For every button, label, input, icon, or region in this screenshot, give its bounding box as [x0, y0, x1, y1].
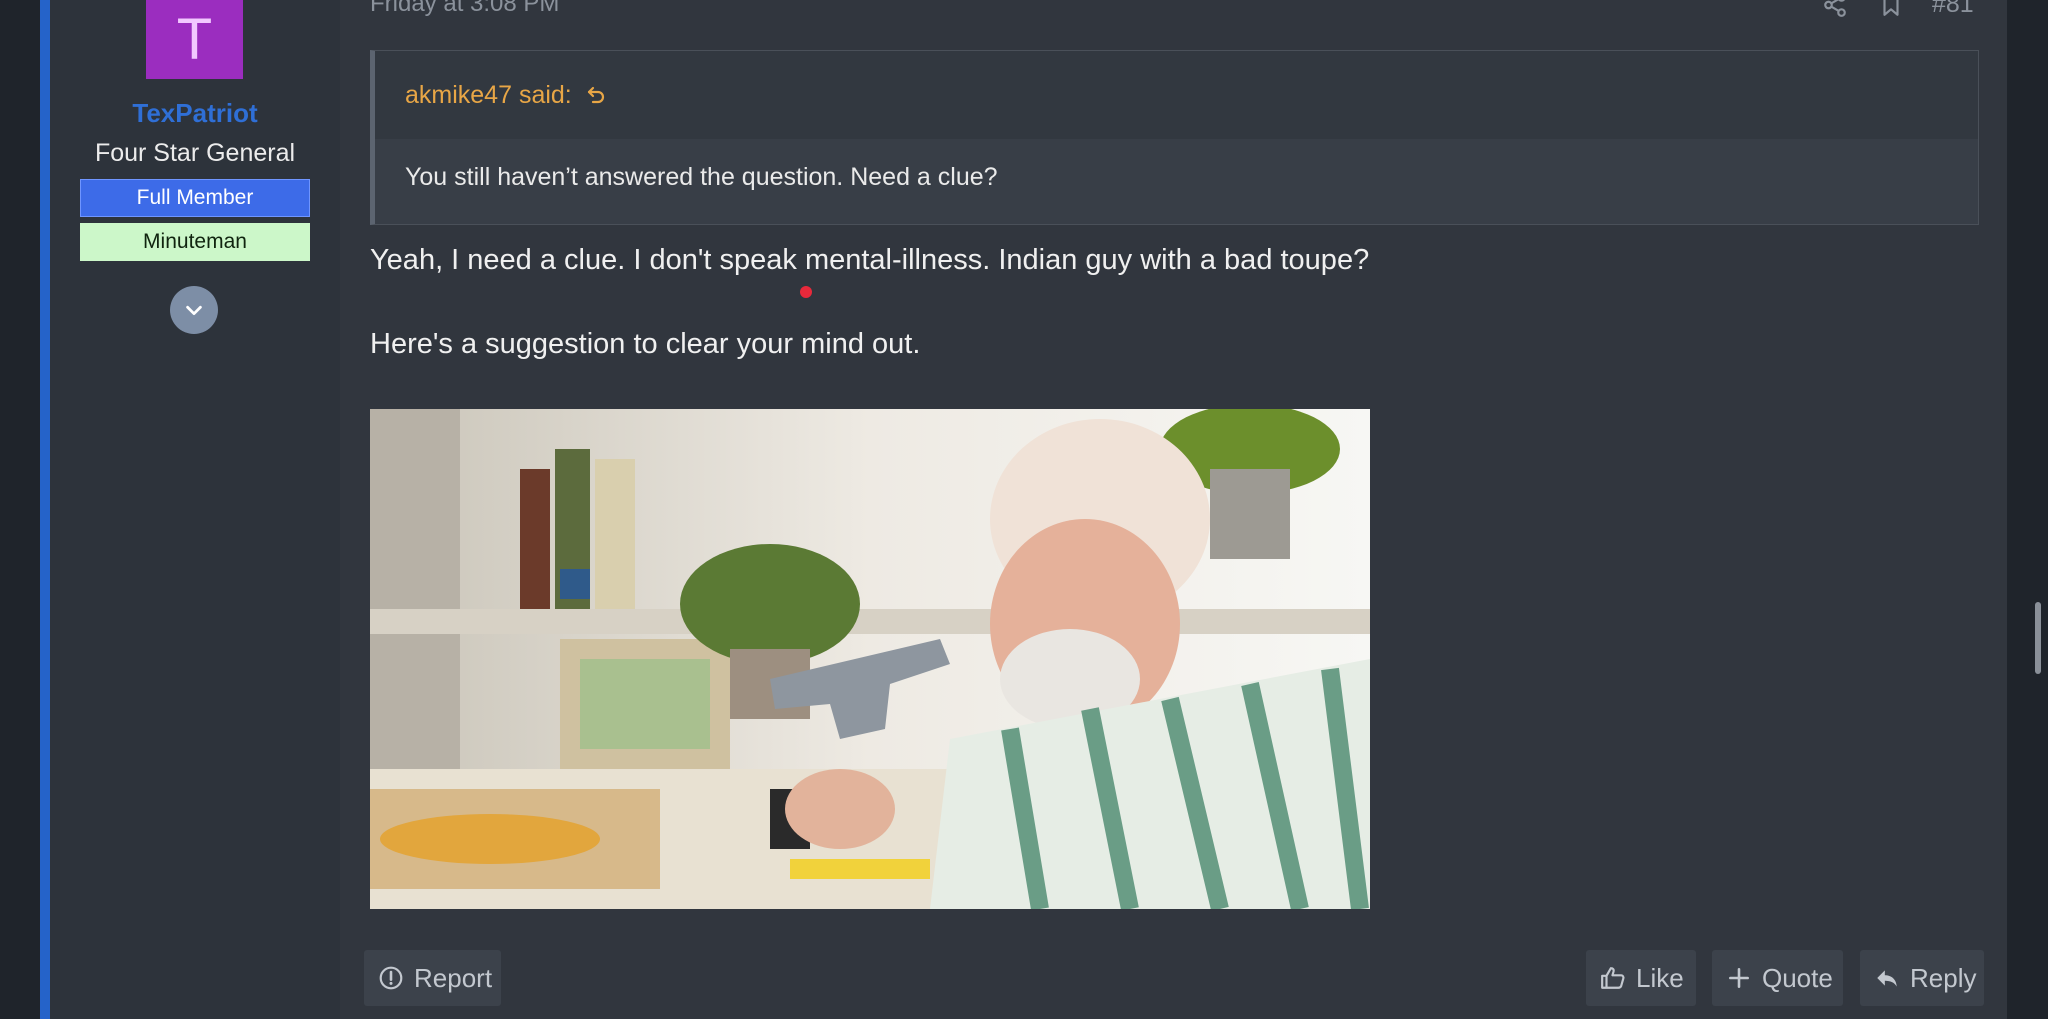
- plus-icon: [1729, 968, 1749, 988]
- jump-to-quote-icon[interactable]: [584, 83, 608, 107]
- report-button[interactable]: Report: [364, 950, 501, 1006]
- post-body-line-1: Yeah, I need a clue. I don't speak menta…: [370, 244, 1370, 276]
- user-title: Four Star General: [94, 139, 296, 167]
- thumbs-up-icon: [1601, 967, 1625, 989]
- bookmark-icon[interactable]: [1878, 0, 1904, 18]
- quote-text: You still haven’t answered the question.…: [405, 163, 998, 191]
- quote-author[interactable]: akmike47 said:: [405, 81, 572, 110]
- full-member-banner: Full Member: [80, 179, 310, 217]
- forum-post-page: T TexPatriot Four Star General Full Memb…: [0, 0, 2048, 1019]
- minuteman-banner: Minuteman: [80, 223, 310, 261]
- report-icon: [379, 966, 403, 990]
- like-button[interactable]: Like: [1586, 950, 1696, 1006]
- chevron-down-icon: [186, 305, 202, 316]
- avatar[interactable]: T: [146, 0, 243, 79]
- username-link[interactable]: TexPatriot: [50, 98, 340, 129]
- scrollbar-thumb[interactable]: [2035, 602, 2041, 674]
- accent-bar: [40, 0, 50, 1019]
- cursor-dot: [800, 286, 812, 298]
- quote-block: akmike47 said: You still haven’t answere…: [370, 50, 1979, 225]
- avatar-letter: T: [176, 7, 213, 72]
- post-body-line-2: Here's a suggestion to clear your mind o…: [370, 328, 921, 360]
- reply-arrow-icon: [1877, 970, 1897, 987]
- expand-user-info-button[interactable]: [170, 286, 218, 334]
- reply-button[interactable]: Reply: [1860, 950, 1984, 1006]
- like-label: Like: [1636, 962, 1684, 993]
- post-image[interactable]: [370, 409, 1370, 909]
- quote-header[interactable]: akmike47 said:: [375, 51, 1978, 139]
- quote-button[interactable]: Quote: [1712, 950, 1843, 1006]
- quote-label: Quote: [1762, 962, 1833, 993]
- post-number-link[interactable]: #81: [1932, 0, 1974, 19]
- post-date[interactable]: Friday at 3:08 PM: [370, 0, 559, 18]
- photo-illustration: [370, 409, 1370, 909]
- share-icon[interactable]: [1822, 0, 1848, 18]
- reply-label: Reply: [1910, 962, 1977, 993]
- report-label: Report: [414, 962, 493, 993]
